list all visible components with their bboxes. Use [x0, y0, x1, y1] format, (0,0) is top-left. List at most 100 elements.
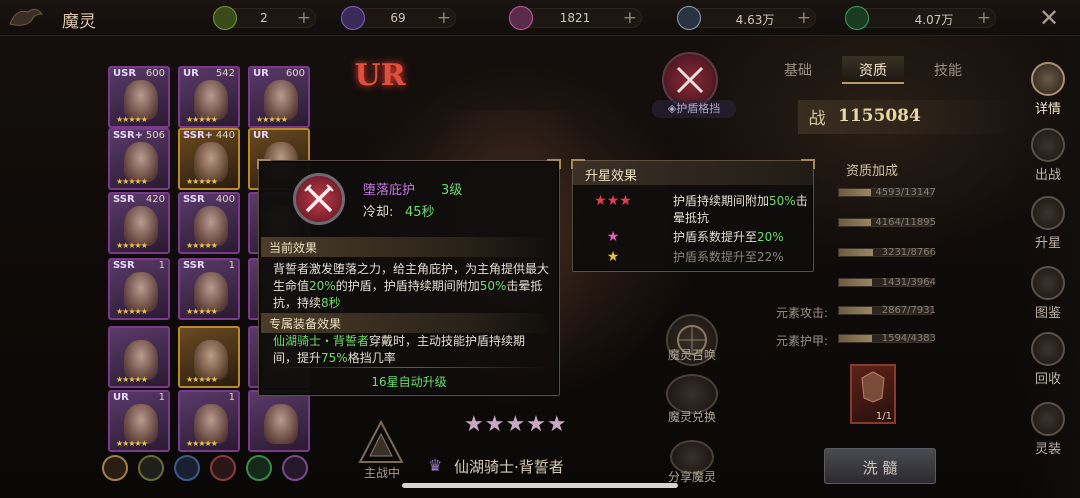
aptitude-value: 3231/8766	[881, 247, 936, 258]
close-icon[interactable]: ✕	[1034, 4, 1064, 32]
card-stars: ★★★★★	[256, 115, 288, 124]
summon-label[interactable]: 魔灵召唤	[658, 346, 726, 363]
deploy-status: 主战中	[363, 466, 400, 480]
hero-card[interactable]: UR 600 ★★★★★	[248, 66, 310, 128]
hero-card[interactable]: SSR 400 ★★★★★	[178, 192, 240, 254]
nav-item-label: 详情	[1034, 102, 1061, 117]
hero-portrait	[124, 80, 158, 120]
hero-card[interactable]: UR 1 ★★★★★	[108, 390, 170, 452]
nav-item-label: 回收	[1034, 372, 1061, 387]
earth-filter-icon[interactable]	[138, 455, 164, 481]
hero-portrait	[124, 206, 158, 246]
add-icon[interactable]: +	[297, 8, 311, 28]
aptitude-value: 1431/3964	[881, 277, 936, 288]
exclusive-effect-text: 仙湖骑士・背誓者穿戴时，主动技能护盾持续期间，提升75%格挡几率	[273, 333, 549, 367]
nav-item-spirit-gear[interactable]: 灵装	[1020, 402, 1076, 457]
card-rarity: SSR	[183, 194, 205, 205]
aptitude-bar-fill	[839, 189, 872, 196]
fire-filter-icon[interactable]	[210, 455, 236, 481]
tab-skills[interactable]: 技能	[918, 60, 978, 80]
tab-basic[interactable]: 基础	[768, 60, 828, 80]
hero-card[interactable]	[248, 390, 310, 452]
add-icon[interactable]: +	[797, 8, 811, 28]
nav-item-label: 图鉴	[1034, 306, 1061, 321]
hero-portrait	[264, 404, 298, 444]
hero-card[interactable]: SSR 1 ★★★★★	[178, 258, 240, 320]
hero-portrait	[194, 80, 228, 120]
hero-card[interactable]: SSR 1 ★★★★★	[108, 258, 170, 320]
grade-badge: UR	[354, 58, 406, 93]
card-rarity: UR	[183, 68, 199, 79]
hero-card[interactable]: UR 542 ★★★★★	[178, 66, 240, 128]
exchange-label[interactable]: 魔灵兑换	[658, 408, 726, 425]
card-count: 440	[215, 130, 235, 141]
nav-item-label: 升星	[1034, 236, 1061, 251]
element-filter-bar	[98, 453, 318, 485]
nav-item-codex[interactable]: 图鉴	[1020, 266, 1076, 321]
hero-card[interactable]: SSR+ 506 ★★★★★	[108, 128, 170, 190]
resource-slot-2[interactable]: 69 +	[341, 6, 456, 30]
page-title: 魔灵	[62, 12, 96, 32]
skill-detail-popup: 堕落庇护 3级 冷却: 45秒 当前效果 背誓者激发堕落之力，给主角庇护，为主角…	[257, 159, 561, 396]
hero-card[interactable]: ★★★★★	[108, 326, 170, 388]
card-count: 400	[215, 194, 235, 205]
add-icon[interactable]: +	[623, 8, 637, 28]
add-icon[interactable]: +	[437, 8, 451, 28]
card-count: 600	[285, 68, 305, 79]
shield-icon: ◈	[667, 102, 677, 115]
wash-button[interactable]: 洗 髓	[824, 448, 936, 484]
spirit-gear-icon	[1031, 402, 1065, 436]
aptitude-bar-fill	[839, 219, 872, 226]
card-stars: ★★★★★	[186, 375, 218, 384]
nav-item-detail[interactable]: 详情	[1020, 62, 1076, 117]
wind-filter-icon[interactable]	[246, 455, 272, 481]
hero-card[interactable]: SSR 420 ★★★★★	[108, 192, 170, 254]
star-up-icon	[1031, 196, 1065, 230]
hero-portrait	[124, 404, 158, 444]
text-run: 护盾系数提升至22%	[673, 250, 784, 264]
hero-card[interactable]: SSR+ 440 ★★★★★	[178, 128, 240, 190]
home-indicator[interactable]	[402, 483, 678, 488]
tab-aptitude[interactable]: 资质	[842, 56, 904, 84]
skill-badge-label: ◈护盾格挡	[652, 100, 736, 118]
card-rarity: UR	[253, 130, 269, 141]
star-effect-text: 护盾系数提升至22%	[673, 249, 809, 266]
hero-card[interactable]: USR 600 ★★★★★	[108, 66, 170, 128]
hero-card[interactable]: 1 ★★★★★	[178, 390, 240, 452]
text-run: 75%	[321, 351, 348, 365]
add-icon[interactable]: +	[977, 8, 991, 28]
resource-slot-3[interactable]: 1821 +	[509, 6, 642, 30]
hero-name: 仙湖骑士·背誓者	[454, 458, 564, 476]
aptitude-value: 2867/7931	[881, 305, 936, 316]
nav-item-label: 出战	[1034, 168, 1061, 183]
skill-name: 堕落庇护	[363, 183, 416, 198]
nav-item-deploy[interactable]: 出战	[1020, 128, 1076, 183]
current-effect-text: 背誓者激发堕落之力，给主角庇护，为主角提供最大生命值20%的护盾，护盾持续期间附…	[273, 261, 549, 312]
card-stars: ★★★★★	[186, 439, 218, 448]
resource-slot-5[interactable]: 4.07万 +	[845, 6, 996, 30]
auto-upgrade-note: 16星自动升级	[371, 375, 447, 389]
resource-slot-4[interactable]: 4.63万 +	[677, 6, 816, 30]
hero-portrait	[124, 142, 158, 182]
all-filter-icon[interactable]	[102, 455, 128, 481]
deploy-icon	[1031, 128, 1065, 162]
star-popup-title: 升星效果	[585, 169, 638, 184]
text-run: 20%	[309, 279, 336, 293]
hero-portrait	[194, 272, 228, 312]
equipment-slot[interactable]: 1/1	[850, 364, 896, 424]
hero-stars: ★★★★★	[464, 412, 568, 437]
nav-item-recycle[interactable]: 回收	[1020, 332, 1076, 387]
text-run: 的护盾，护盾持续期间附加	[335, 279, 480, 293]
hero-portrait	[264, 80, 298, 120]
resource-slot-1[interactable]: 2 +	[213, 6, 316, 30]
aptitude-label: 元素护甲:	[776, 334, 829, 348]
tab-bar: 基础 资质 技能	[768, 56, 978, 86]
skill-level: 3级	[441, 183, 463, 198]
card-stars: ★★★★★	[116, 241, 148, 250]
dark-filter-icon[interactable]	[282, 455, 308, 481]
aptitude-value: 1594/4383	[881, 333, 936, 344]
nav-item-star-up[interactable]: 升星	[1020, 196, 1076, 251]
water-filter-icon[interactable]	[174, 455, 200, 481]
hero-card[interactable]: ★★★★★	[178, 326, 240, 388]
armor-icon	[861, 371, 885, 403]
